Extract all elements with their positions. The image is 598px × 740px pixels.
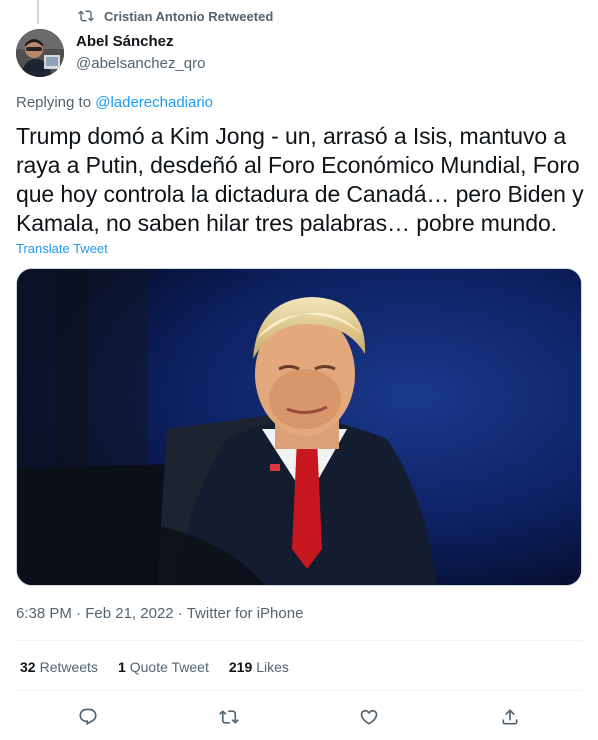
share-button[interactable] xyxy=(497,704,523,730)
tweet-source[interactable]: Twitter for iPhone xyxy=(187,605,304,622)
thread-connector-line xyxy=(37,0,39,24)
meta-separator-2: · xyxy=(173,605,187,622)
share-icon xyxy=(502,709,518,725)
tweet-text: Trump domó a Kim Jong - un, arrasó a Isi… xyxy=(16,123,584,236)
retweet-button[interactable] xyxy=(216,704,242,730)
avatar[interactable] xyxy=(16,29,64,77)
tweet-stats: 32 Retweets 1 Quote Tweet 219 Likes xyxy=(20,658,289,676)
avatar-photo xyxy=(16,29,64,77)
media-photo xyxy=(17,269,581,585)
quote-tweets-stat[interactable]: 1 Quote Tweet xyxy=(118,658,209,676)
author-info[interactable]: Abel Sánchez @abelsanchez_qro xyxy=(76,33,205,73)
quote-tweets-count: 1 xyxy=(117,659,126,675)
tweet-meta: 6:38 PM · Feb 21, 2022 · Twitter for iPh… xyxy=(16,605,303,623)
retweet-icon xyxy=(78,10,94,22)
tweet-time[interactable]: 6:38 PM xyxy=(16,605,72,622)
reply-mention-link[interactable]: @laderechadiario xyxy=(95,94,213,111)
retweets-label: Retweets xyxy=(39,659,98,675)
like-icon xyxy=(360,709,378,725)
retweet-icon xyxy=(219,710,239,724)
retweets-stat[interactable]: 32 Retweets xyxy=(20,658,98,676)
tweet-actions xyxy=(0,704,598,730)
like-button[interactable] xyxy=(356,704,382,730)
tweet-media-image[interactable] xyxy=(16,268,582,586)
replying-to: Replying to @laderechadiario xyxy=(16,94,213,112)
reply-button[interactable] xyxy=(75,704,101,730)
likes-label: Likes xyxy=(256,659,289,675)
author-display-name[interactable]: Abel Sánchez xyxy=(76,33,205,51)
author-handle[interactable]: @abelsanchez_qro xyxy=(76,55,205,73)
quote-tweets-label: Quote Tweet xyxy=(129,659,209,675)
retweet-context[interactable]: Cristian Antonio Retweeted xyxy=(78,7,273,25)
retweets-count: 32 xyxy=(20,659,36,675)
translate-tweet-link[interactable]: Translate Tweet xyxy=(16,241,108,257)
meta-separator: · xyxy=(71,605,86,622)
reply-icon xyxy=(79,708,97,726)
divider-bottom xyxy=(16,690,582,691)
divider-top xyxy=(16,640,582,641)
likes-count: 219 xyxy=(228,659,253,675)
retweet-context-label: Cristian Antonio Retweeted xyxy=(104,8,274,24)
likes-stat[interactable]: 219 Likes xyxy=(229,658,289,676)
tweet-date[interactable]: Feb 21, 2022 xyxy=(85,605,173,622)
replying-prefix: Replying to xyxy=(16,94,96,111)
